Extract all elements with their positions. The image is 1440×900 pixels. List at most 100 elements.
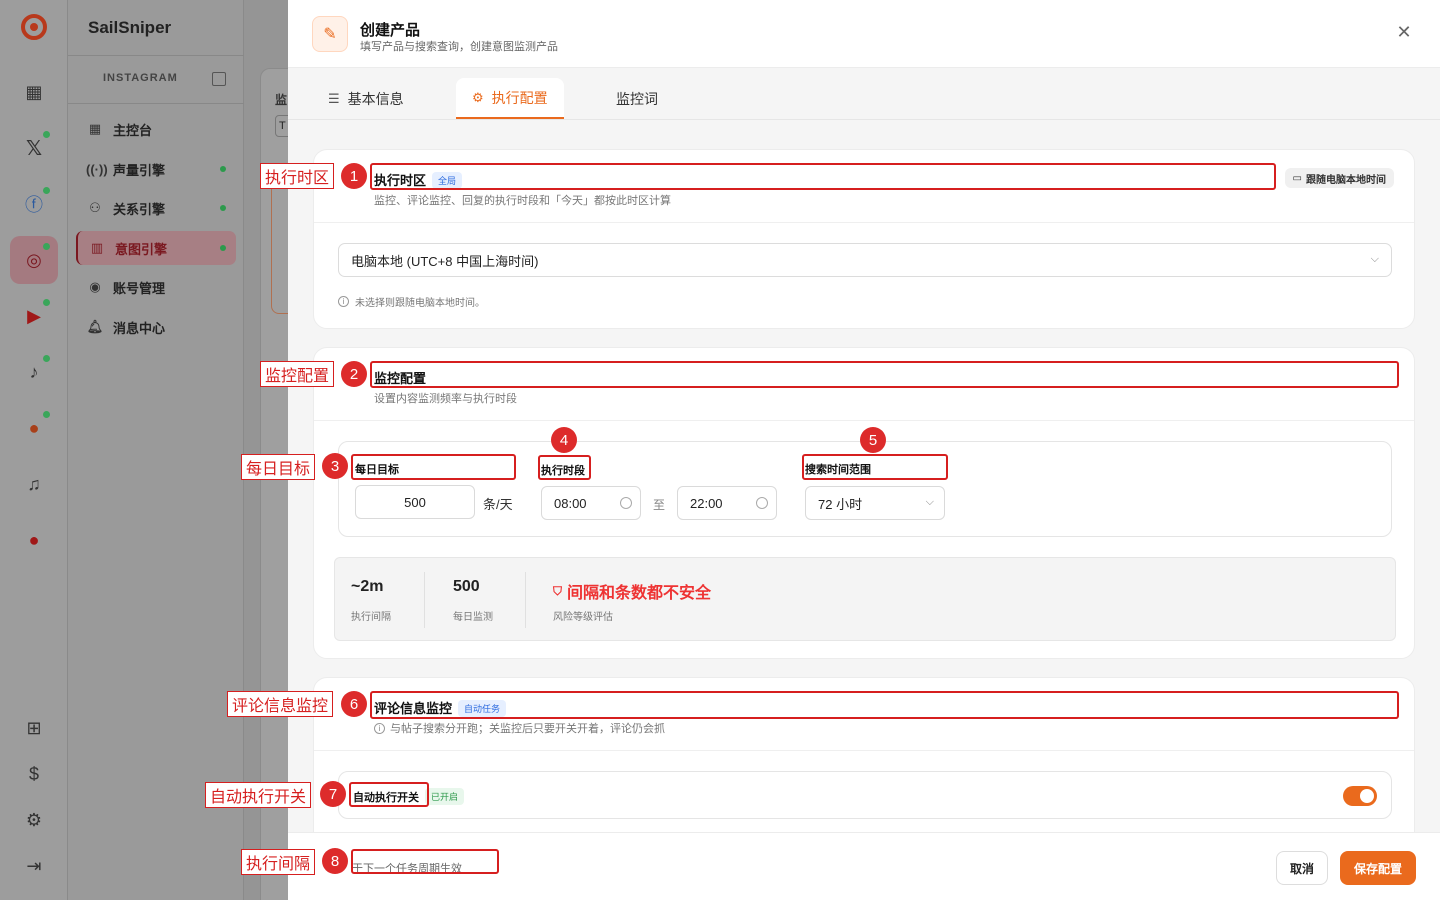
annotation-number: 5 xyxy=(860,427,886,453)
drawer-header: ✎ 创建产品 填写产品与搜索查询，创建意图监测产品 ✕ xyxy=(288,0,1440,68)
youtube-icon[interactable]: ▶ xyxy=(22,304,46,328)
status-dot xyxy=(220,205,226,211)
annotation-label: 执行时区 xyxy=(260,163,335,189)
timezone-subtitle: 监控、评论监控、回复的执行时段和「今天」都按此时区计算 xyxy=(374,195,671,207)
x-platform-icon[interactable]: 𝕏 xyxy=(22,136,46,160)
annotation-box-5 xyxy=(802,454,948,480)
tiktok-alt-icon[interactable]: ♫ xyxy=(22,472,46,496)
sidebar-item-accounts[interactable]: ◉ 账号管理 xyxy=(76,270,236,304)
sidebar-item-intent-engine[interactable]: ▥ 意图引擎 xyxy=(76,231,236,265)
annotation-box-8 xyxy=(351,849,499,874)
sidebar-item-label: 账号管理 xyxy=(113,280,166,296)
app-logo-icon xyxy=(21,14,47,40)
edit-icon: ✎ xyxy=(312,16,348,52)
annotation-box-3 xyxy=(351,454,516,480)
auto-execute-toggle[interactable] xyxy=(1343,786,1377,806)
sidebar: SailSniper INSTAGRAM ▦ 主控台 ((·)) 声量引擎 ⚇ … xyxy=(68,0,244,900)
bar-chart-icon: ▥ xyxy=(90,240,104,255)
sidebar-item-label: 意图引擎 xyxy=(115,241,168,257)
sitemap-icon[interactable]: ⊞ xyxy=(22,716,46,740)
sidebar-item-volume-engine[interactable]: ((·)) 声量引擎 xyxy=(76,152,236,186)
status-dot xyxy=(220,166,226,172)
annotation-label: 自动执行开关 xyxy=(205,782,312,808)
laptop-icon: ▭ xyxy=(1292,172,1302,184)
enabled-badge: 已开启 xyxy=(425,788,465,805)
status-dot xyxy=(43,411,50,418)
comment-monitor-subtitle: i 与帖子搜索分开跑；关监控后只要开关开着，评论仍会抓 xyxy=(374,720,665,736)
info-icon: i xyxy=(338,296,349,307)
monitor-subtitle: 设置内容监测频率与执行时段 xyxy=(374,393,517,405)
section-label: INSTAGRAM xyxy=(103,72,178,84)
start-time-input[interactable]: 08:00 xyxy=(541,486,641,520)
drawer-tabs: ☰ 基本信息 ⚙ 执行配置 监控词 xyxy=(288,68,1440,120)
annotation-number: 2 xyxy=(341,361,367,387)
user-circle-icon: ◉ xyxy=(89,279,101,294)
main-partial-title: 监 xyxy=(275,93,288,107)
shield-icon: ⛉ xyxy=(553,583,563,598)
info-icon: i xyxy=(374,722,385,734)
divider xyxy=(68,55,244,56)
annotation-label: 执行间隔 xyxy=(241,849,316,875)
annotation-label: 每日目标 xyxy=(241,454,316,480)
drawer-title: 创建产品 xyxy=(360,22,421,39)
end-time-input[interactable]: 22:00 xyxy=(677,486,777,520)
search-range-select[interactable]: 72 小时 ⌵ xyxy=(805,486,945,520)
sidebar-item-label: 声量引擎 xyxy=(113,162,166,178)
interval-value: ~2m xyxy=(351,578,384,595)
tab-monitor-words[interactable]: 监控词 xyxy=(600,78,674,119)
annotation-number: 4 xyxy=(551,427,577,453)
gear-icon: ⚙ xyxy=(472,89,484,105)
cancel-button[interactable]: 取消 xyxy=(1276,851,1328,885)
bell-icon: 🔔︎ xyxy=(86,319,104,334)
divider xyxy=(525,572,526,628)
sidebar-item-dashboard[interactable]: ▦ 主控台 xyxy=(76,112,236,146)
tiktok-icon[interactable]: ♪ xyxy=(22,360,46,384)
daily-monitor-value: 500 xyxy=(453,578,480,595)
sidebar-collapse-icon[interactable] xyxy=(212,72,226,86)
annotation-box-2 xyxy=(370,361,1399,388)
billing-icon[interactable]: $ xyxy=(22,762,46,786)
sidebar-item-label: 消息中心 xyxy=(113,320,166,336)
sidebar-item-relation-engine[interactable]: ⚇ 关系引擎 xyxy=(76,191,236,225)
daily-monitor-label: 每日监测 xyxy=(453,612,493,623)
daily-target-input[interactable]: 500 xyxy=(355,485,475,519)
clock-icon xyxy=(620,497,632,509)
sidebar-item-messages[interactable]: 🔔︎ 消息中心 xyxy=(76,310,236,344)
instagram-icon[interactable]: ◎ xyxy=(22,248,46,272)
interval-label: 执行间隔 xyxy=(351,612,391,623)
close-icon[interactable]: ✕ xyxy=(1392,20,1416,44)
reddit-icon[interactable]: ● xyxy=(22,416,46,440)
xiaohongshu-icon[interactable]: ● xyxy=(22,528,46,552)
dashboard-grid-icon[interactable]: ▦ xyxy=(22,80,46,104)
drawer-subtitle: 填写产品与搜索查询，创建意图监测产品 xyxy=(360,41,558,53)
sliders-icon: ☰ xyxy=(328,90,340,106)
time-separator: 至 xyxy=(653,498,666,512)
annotation-label: 评论信息监控 xyxy=(227,691,334,717)
status-dot xyxy=(43,299,50,306)
logout-icon[interactable]: ⇥ xyxy=(22,854,46,878)
timezone-hint: i 未选择则跟随电脑本地时间。 xyxy=(338,294,485,309)
status-dot xyxy=(43,131,50,138)
brand-name: SailSniper xyxy=(88,18,172,37)
sidebar-item-label: 主控台 xyxy=(113,122,153,138)
follow-local-time-button[interactable]: ▭ 跟随电脑本地时间 xyxy=(1284,168,1394,188)
divider xyxy=(424,572,425,628)
annotation-number: 6 xyxy=(341,691,367,717)
sidebar-item-label: 关系引擎 xyxy=(113,201,166,217)
facebook-icon[interactable]: ⓕ xyxy=(22,192,46,216)
save-config-button[interactable]: 保存配置 xyxy=(1340,851,1416,885)
annotation-number: 1 xyxy=(341,163,367,189)
annotation-box-1 xyxy=(370,163,1276,190)
timezone-select[interactable]: 电脑本地 (UTC+8 中国上海时间) ⌵ xyxy=(338,243,1392,277)
grid-icon: ▦ xyxy=(88,121,102,136)
chevron-down-icon: ⌵ xyxy=(1370,253,1379,265)
users-icon: ⚇ xyxy=(89,200,101,215)
main-content-dimmed: 监 T xyxy=(244,0,301,900)
auto-execute-row: 自动执行开关 已开启 xyxy=(338,771,1392,819)
tab-basic-info[interactable]: ☰ 基本信息 xyxy=(312,78,420,119)
settings-gear-icon[interactable]: ⚙ xyxy=(22,808,46,832)
annotation-box-7 xyxy=(349,782,429,807)
annotation-box-6 xyxy=(370,691,1399,719)
tab-execution-config[interactable]: ⚙ 执行配置 xyxy=(456,78,564,119)
clock-icon xyxy=(756,497,768,509)
